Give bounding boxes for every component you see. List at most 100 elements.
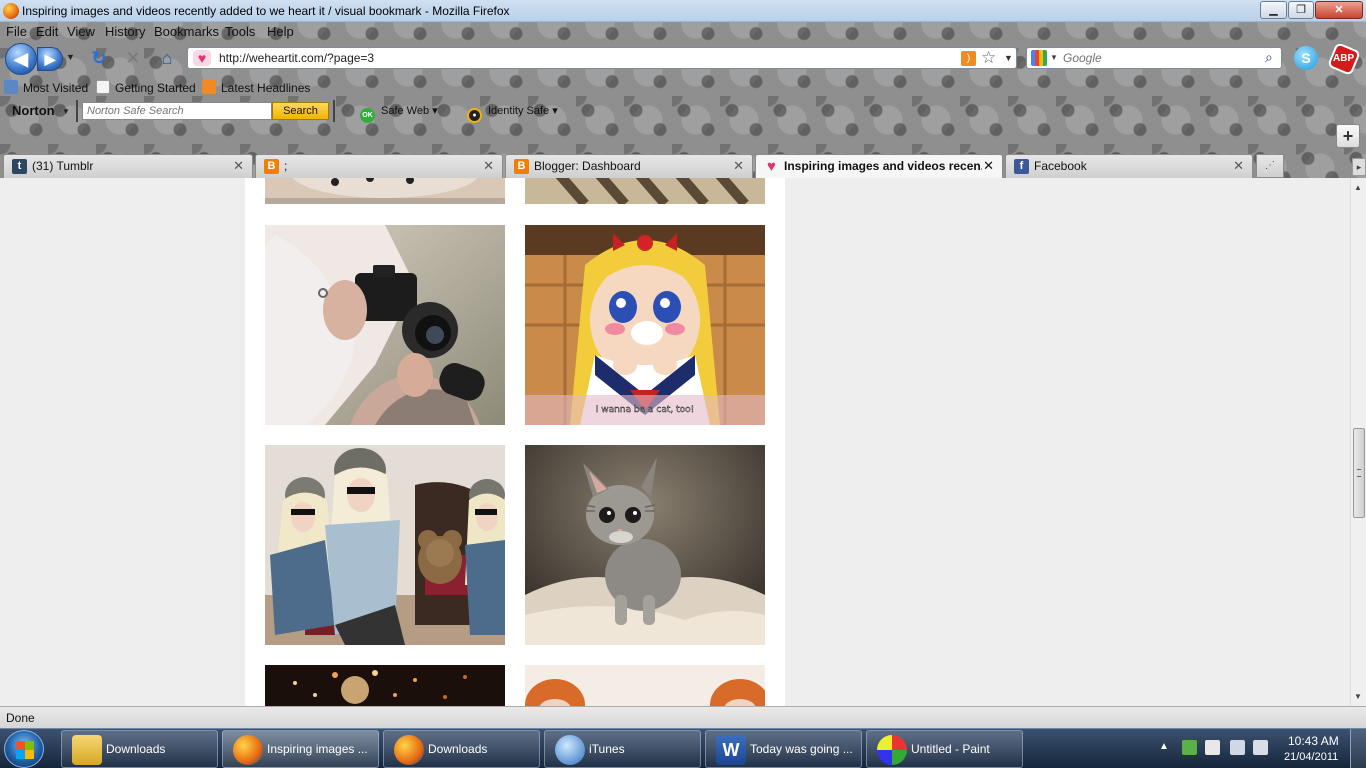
window-title: Inspiring images and videos recently add… (22, 4, 510, 18)
taskbar-item-firefox-weheartit[interactable]: Inspiring images ... (222, 730, 379, 768)
image-thumbnail[interactable] (265, 665, 505, 706)
url-history-dropdown-icon[interactable]: ▼ (1004, 53, 1013, 63)
norton-search-button[interactable]: Search (272, 102, 329, 120)
identity-safe-button[interactable]: ● Identity Safe ▾ (467, 104, 558, 123)
windows-logo-icon (16, 750, 34, 759)
image-kitten[interactable] (525, 445, 765, 645)
home-button[interactable]: ⌂ (156, 47, 178, 69)
network-icon[interactable] (1230, 740, 1245, 755)
taskbar-label: Downloads (106, 742, 166, 756)
back-button[interactable]: ◀ (5, 43, 37, 75)
divider (333, 100, 335, 122)
tab-label: Inspiring images and videos recen... (784, 159, 982, 173)
bookmark-most-visited[interactable]: Most Visited (4, 80, 88, 95)
divider (76, 100, 78, 122)
list-all-tabs-button[interactable]: ⋰ (1256, 154, 1284, 178)
search-engine-dropdown-icon[interactable]: ▼ (1050, 53, 1058, 62)
norton-tray-icon[interactable] (1182, 740, 1197, 755)
close-tab-icon[interactable]: ✕ (983, 158, 994, 174)
close-tab-icon[interactable]: ✕ (733, 158, 744, 174)
image-thumbnail[interactable] (525, 178, 765, 204)
image-three-girls-teddy[interactable] (265, 445, 505, 645)
taskbar-item-itunes[interactable]: iTunes (544, 730, 701, 768)
scrollbar-thumb[interactable] (1353, 428, 1365, 518)
url-text[interactable]: http://weheartit.com/?page=3 (219, 51, 374, 65)
adblock-plus-icon[interactable]: ABP (1327, 42, 1361, 76)
close-tab-icon[interactable]: ✕ (1233, 158, 1244, 174)
norton-dropdown-icon[interactable]: ▼ (62, 107, 70, 116)
safe-web-button[interactable]: OK Safe Web ▾ (360, 104, 438, 123)
ok-shield-icon: OK (360, 108, 375, 123)
maximize-button[interactable]: ❐ (1288, 1, 1314, 19)
scroll-up-icon[interactable]: ▲ (1354, 183, 1362, 192)
scroll-down-icon[interactable]: ▼ (1354, 692, 1362, 701)
close-tab-icon[interactable]: ✕ (483, 158, 494, 174)
vertical-scrollbar[interactable]: ▲ ▼ (1350, 178, 1366, 706)
firefox-icon (3, 3, 19, 19)
volume-icon[interactable] (1253, 740, 1268, 755)
most-visited-icon (4, 80, 18, 94)
tab-blogger-dashboard[interactable]: B Blogger: Dashboard ✕ (505, 154, 753, 178)
bookmarks-toolbar: Most Visited Getting Started Latest Head… (0, 79, 500, 99)
tab-blogger-semicolon[interactable]: B ; ✕ (255, 154, 503, 178)
address-bar[interactable]: ♥ http://weheartit.com/?page=3 ) ☆ ▼ (187, 47, 1017, 69)
tab-strip: t (31) Tumblr ✕ B ; ✕ B Blogger: Dashboa… (0, 154, 1366, 179)
menu-edit[interactable]: Edit (36, 24, 58, 39)
image-thumbnail[interactable] (525, 665, 765, 706)
bookmark-getting-started[interactable]: Getting Started (96, 80, 196, 95)
stop-button[interactable]: ✕ (122, 47, 144, 69)
norton-logo[interactable]: Norton (12, 103, 55, 118)
tab-scroll-right-icon[interactable]: ▸ (1352, 158, 1366, 176)
search-input[interactable] (1063, 50, 1263, 66)
image-caption: I wanna be a cat, too! (596, 405, 695, 415)
menu-history[interactable]: History (105, 24, 145, 39)
menu-help[interactable]: Help (267, 24, 294, 39)
paint-icon (877, 735, 907, 765)
history-dropdown-icon[interactable]: ▼ (66, 52, 75, 62)
taskbar-item-word[interactable]: W Today was going ... (705, 730, 862, 768)
blogger-icon: B (514, 159, 529, 174)
start-button[interactable] (4, 730, 44, 768)
menu-file[interactable]: File (6, 24, 27, 39)
bookmark-latest-headlines[interactable]: Latest Headlines (202, 80, 310, 95)
search-magnifier-icon[interactable]: ⌕ (1265, 49, 1273, 66)
google-icon[interactable] (1031, 50, 1047, 66)
tumblr-icon: t (12, 159, 27, 174)
norton-toolbar: Norton ▼ Search OKSafe Web ▾ ●Identity S… (0, 100, 700, 124)
norton-search-input[interactable] (82, 102, 272, 120)
tab-facebook[interactable]: f Facebook ✕ (1005, 154, 1253, 178)
minimize-button[interactable]: ▁ (1260, 1, 1287, 19)
reload-button[interactable]: ↻ (88, 47, 110, 69)
tab-weheartit[interactable]: ♥ Inspiring images and videos recen... ✕ (755, 154, 1003, 179)
menu-bookmarks[interactable]: Bookmarks (154, 24, 219, 39)
image-girl-with-camera[interactable] (265, 225, 505, 425)
bookmark-star-icon[interactable]: ☆ (981, 48, 996, 68)
firefox-icon (394, 735, 424, 765)
rss-feed-icon[interactable]: ) (961, 51, 976, 66)
clock-time[interactable]: 10:43 AM (1288, 734, 1339, 748)
close-button[interactable]: ✕ (1315, 1, 1363, 19)
show-hidden-icons-icon[interactable]: ▲ (1159, 741, 1169, 752)
clock-date[interactable]: 21/04/2011 (1284, 751, 1338, 763)
tab-tumblr[interactable]: t (31) Tumblr ✕ (3, 154, 253, 178)
taskbar-label: Untitled - Paint (911, 742, 990, 756)
taskbar-item-firefox-downloads[interactable]: Downloads (383, 730, 540, 768)
new-tab-button[interactable]: + (1336, 124, 1360, 148)
status-text: Done (6, 711, 35, 725)
itunes-icon (555, 735, 585, 765)
forward-button[interactable]: ▶ (37, 47, 63, 71)
skype-icon[interactable]: S (1294, 46, 1318, 70)
menu-view[interactable]: View (67, 24, 95, 39)
menu-tools[interactable]: Tools (225, 24, 255, 39)
image-thumbnail[interactable] (265, 178, 505, 204)
taskbar-item-paint[interactable]: Untitled - Paint (866, 730, 1023, 768)
grip-icon (1357, 469, 1361, 477)
image-anime-girl[interactable]: I wanna be a cat, too! (525, 225, 765, 425)
show-desktop-button[interactable] (1350, 729, 1366, 768)
facebook-icon: f (1014, 159, 1029, 174)
blogger-icon: B (264, 159, 279, 174)
safe-web-label: Safe Web (381, 105, 430, 117)
usb-tray-icon[interactable] (1205, 740, 1220, 755)
close-tab-icon[interactable]: ✕ (233, 158, 244, 174)
taskbar-item-downloads-folder[interactable]: Downloads (61, 730, 218, 768)
